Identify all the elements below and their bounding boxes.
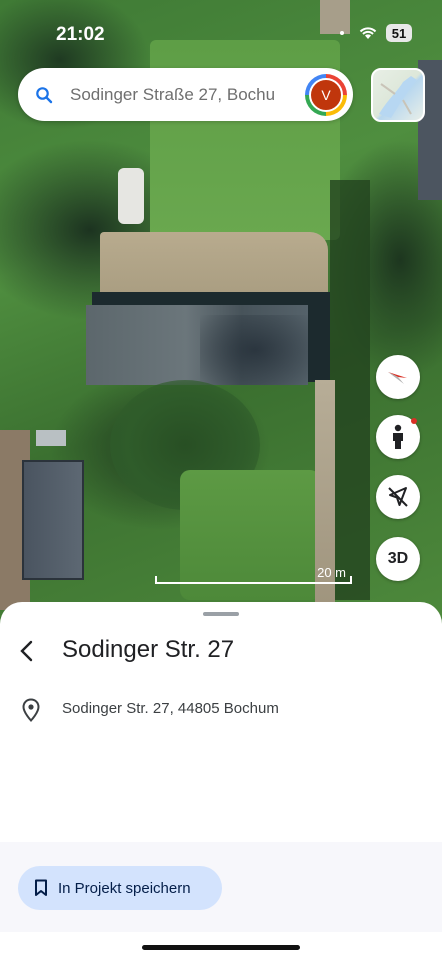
footpath bbox=[315, 380, 335, 620]
search-bar[interactable]: V bbox=[18, 68, 353, 121]
scale-bar bbox=[155, 576, 352, 584]
place-bottom-sheet[interactable]: Sodinger Str. 27 Sodinger Str. 27, 44805… bbox=[0, 602, 442, 960]
hedge bbox=[330, 180, 370, 600]
status-time: 21:02 bbox=[56, 24, 105, 45]
save-label: In Projekt speichern bbox=[58, 879, 191, 897]
neighbor-house bbox=[22, 460, 84, 580]
search-input[interactable] bbox=[70, 84, 295, 105]
layers-icon bbox=[379, 76, 417, 118]
3d-toggle-button[interactable]: 3D bbox=[376, 537, 420, 581]
status-icons: 51 bbox=[340, 24, 412, 42]
sheet-footer: In Projekt speichern bbox=[0, 842, 442, 932]
location-button[interactable] bbox=[376, 475, 420, 519]
parked-car bbox=[118, 168, 144, 224]
compass-icon bbox=[388, 372, 407, 384]
drag-handle[interactable] bbox=[203, 612, 239, 616]
shed bbox=[36, 430, 66, 446]
location-off-icon bbox=[388, 487, 408, 507]
street-view-button[interactable] bbox=[376, 415, 420, 459]
map-layers-button[interactable] bbox=[371, 68, 425, 122]
tree-shadow bbox=[200, 315, 310, 385]
avatar: V bbox=[309, 78, 343, 112]
search-icon[interactable] bbox=[18, 86, 70, 104]
wifi-icon bbox=[359, 27, 377, 39]
back-button[interactable] bbox=[14, 638, 38, 664]
back-arrow-icon bbox=[20, 640, 33, 662]
place-title: Sodinger Str. 27 bbox=[62, 636, 235, 663]
home-indicator[interactable] bbox=[142, 945, 300, 950]
account-avatar-button[interactable]: V bbox=[305, 74, 347, 116]
location-pin-icon bbox=[20, 698, 42, 722]
street-view-pegman-icon bbox=[393, 424, 403, 449]
privacy-dot-icon bbox=[340, 31, 344, 35]
battery-indicator: 51 bbox=[386, 24, 412, 42]
notification-dot bbox=[411, 418, 417, 424]
map-scale: 20 m bbox=[155, 562, 352, 584]
bookmark-icon bbox=[35, 879, 47, 896]
compass-button[interactable] bbox=[376, 355, 420, 399]
save-to-project-button[interactable]: In Projekt speichern bbox=[18, 866, 222, 910]
place-address: Sodinger Str. 27, 44805 Bochum bbox=[62, 700, 279, 717]
